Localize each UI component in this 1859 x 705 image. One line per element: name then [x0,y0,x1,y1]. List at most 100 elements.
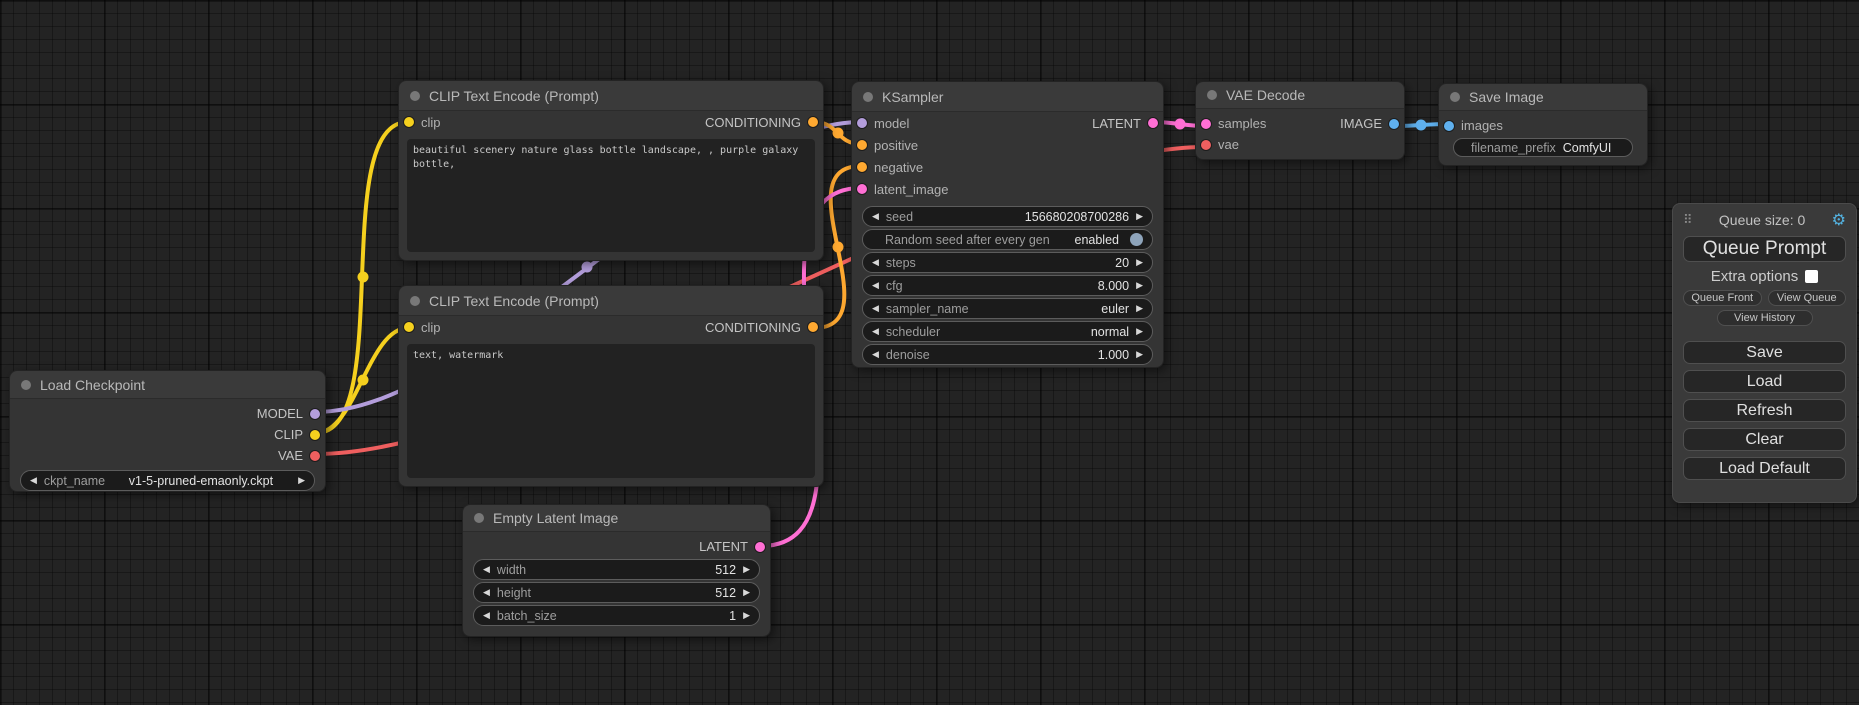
widget-batch-size[interactable]: ◀ batch_size 1 ▶ [473,605,760,626]
node-save-image[interactable]: Save Image images filename_prefix ComfyU… [1438,83,1648,166]
widget-filename-prefix[interactable]: filename_prefix ComfyUI [1453,138,1633,157]
decrement-arrow-icon[interactable]: ◀ [483,565,490,575]
node-load-checkpoint[interactable]: Load Checkpoint MODEL CLIP VAE ◀ ckpt_na… [9,370,326,492]
decrement-arrow-icon[interactable]: ◀ [872,327,879,337]
conditioning-slot-dot[interactable] [808,117,818,127]
increment-arrow-icon[interactable]: ▶ [1136,350,1143,360]
slot-image-output[interactable]: IMAGE [1340,116,1399,131]
widget-seed[interactable]: ◀ seed 156680208700286 ▶ [862,206,1153,227]
increment-arrow-icon[interactable]: ▶ [743,611,750,621]
slot-clip-input[interactable]: clip [404,115,441,130]
widget-height[interactable]: ◀ height 512 ▶ [473,582,760,603]
slot-vae-output[interactable]: VAE [278,448,320,463]
latent-slot-dot[interactable] [1201,119,1211,129]
model-slot-dot[interactable] [857,118,867,128]
slot-latent-output[interactable]: LATENT [1092,116,1158,131]
slot-images-input[interactable]: images [1444,118,1503,133]
extra-options-checkbox[interactable] [1805,270,1818,283]
slot-conditioning-output[interactable]: CONDITIONING [705,115,818,130]
collapse-dot[interactable] [1207,90,1217,100]
widget-denoise[interactable]: ◀ denoise 1.000 ▶ [862,344,1153,365]
increment-arrow-icon[interactable]: ▶ [298,476,305,486]
latent-slot-dot[interactable] [1148,118,1158,128]
slot-model-output[interactable]: MODEL [257,406,320,421]
decrement-arrow-icon[interactable]: ◀ [872,281,879,291]
node-title: KSampler [882,89,943,105]
widget-steps[interactable]: ◀ steps 20 ▶ [862,252,1153,273]
slot-model-input[interactable]: model [857,116,909,131]
image-slot-dot[interactable] [1444,121,1454,131]
increment-arrow-icon[interactable]: ▶ [1136,258,1143,268]
widget-ckpt-name[interactable]: ◀ ckpt_name v1-5-pruned-emaonly.ckpt ▶ [20,470,315,491]
collapse-dot[interactable] [863,92,873,102]
settings-gear-icon[interactable]: ⚙ [1832,212,1846,228]
view-queue-button[interactable]: View Queue [1768,290,1847,306]
vae-slot-dot[interactable] [1201,140,1211,150]
slot-clip-input[interactable]: clip [404,320,441,335]
clear-button[interactable]: Clear [1683,428,1846,451]
collapse-dot[interactable] [410,91,420,101]
view-history-button[interactable]: View History [1717,310,1813,326]
node-canvas[interactable]: CLIP Text Encode (Prompt) clip CONDITION… [0,0,1859,705]
increment-arrow-icon[interactable]: ▶ [1136,327,1143,337]
slot-vae-input[interactable]: vae [1201,137,1239,152]
decrement-arrow-icon[interactable]: ◀ [483,611,490,621]
increment-arrow-icon[interactable]: ▶ [743,588,750,598]
decrement-arrow-icon[interactable]: ◀ [872,350,879,360]
drag-handle-icon[interactable]: ⠿ [1683,213,1693,228]
node-empty-latent-image[interactable]: Empty Latent Image LATENT ◀ width 512 ▶ … [462,504,771,637]
clip-slot-dot[interactable] [404,322,414,332]
slot-latent-output[interactable]: LATENT [699,539,765,554]
collapse-dot[interactable] [21,380,31,390]
decrement-arrow-icon[interactable]: ◀ [872,258,879,268]
prompt-textarea[interactable]: beautiful scenery nature glass bottle la… [407,139,815,252]
conditioning-slot-dot[interactable] [808,322,818,332]
node-clip-text-encode-positive[interactable]: CLIP Text Encode (Prompt) clip CONDITION… [398,80,824,261]
increment-arrow-icon[interactable]: ▶ [1136,304,1143,314]
image-slot-dot[interactable] [1389,119,1399,129]
widget-width[interactable]: ◀ width 512 ▶ [473,559,760,580]
node-clip-text-encode-negative[interactable]: CLIP Text Encode (Prompt) clip CONDITION… [398,285,824,487]
node-title: CLIP Text Encode (Prompt) [429,293,599,309]
collapse-dot[interactable] [474,513,484,523]
clip-slot-dot[interactable] [310,430,320,440]
increment-arrow-icon[interactable]: ▶ [743,565,750,575]
load-button[interactable]: Load [1683,370,1846,393]
node-title: Empty Latent Image [493,510,618,526]
collapse-dot[interactable] [1450,92,1460,102]
slot-latent-image-input[interactable]: latent_image [857,182,948,197]
node-vae-decode[interactable]: VAE Decode samples IMAGE vae [1195,81,1405,160]
load-default-button[interactable]: Load Default [1683,457,1846,480]
vae-slot-dot[interactable] [310,451,320,461]
save-button[interactable]: Save [1683,341,1846,364]
node-ksampler[interactable]: KSampler model LATENT positive negative [851,81,1164,368]
decrement-arrow-icon[interactable]: ◀ [30,476,37,486]
slot-conditioning-output[interactable]: CONDITIONING [705,320,818,335]
latent-slot-dot[interactable] [857,184,867,194]
widget-sampler-name[interactable]: ◀ sampler_name euler ▶ [862,298,1153,319]
slot-clip-output[interactable]: CLIP [274,427,320,442]
increment-arrow-icon[interactable]: ▶ [1136,212,1143,222]
queue-prompt-button[interactable]: Queue Prompt [1683,236,1846,262]
collapse-dot[interactable] [410,296,420,306]
conditioning-slot-dot[interactable] [857,162,867,172]
toggle-indicator[interactable] [1130,233,1143,246]
latent-slot-dot[interactable] [755,542,765,552]
increment-arrow-icon[interactable]: ▶ [1136,281,1143,291]
slot-negative-input[interactable]: negative [857,160,923,175]
conditioning-slot-dot[interactable] [857,140,867,150]
refresh-button[interactable]: Refresh [1683,399,1846,422]
slot-positive-input[interactable]: positive [857,138,918,153]
widget-random-seed-toggle[interactable]: Random seed after every gen enabled [862,229,1153,250]
slot-samples-input[interactable]: samples [1201,116,1266,131]
model-slot-dot[interactable] [310,409,320,419]
decrement-arrow-icon[interactable]: ◀ [483,588,490,598]
widget-cfg[interactable]: ◀ cfg 8.000 ▶ [862,275,1153,296]
prompt-textarea[interactable]: text, watermark [407,344,815,478]
queue-front-button[interactable]: Queue Front [1683,290,1762,306]
decrement-arrow-icon[interactable]: ◀ [872,212,879,222]
clip-slot-dot[interactable] [404,117,414,127]
decrement-arrow-icon[interactable]: ◀ [872,304,879,314]
widget-scheduler[interactable]: ◀ scheduler normal ▶ [862,321,1153,342]
node-title: Save Image [1469,89,1544,105]
